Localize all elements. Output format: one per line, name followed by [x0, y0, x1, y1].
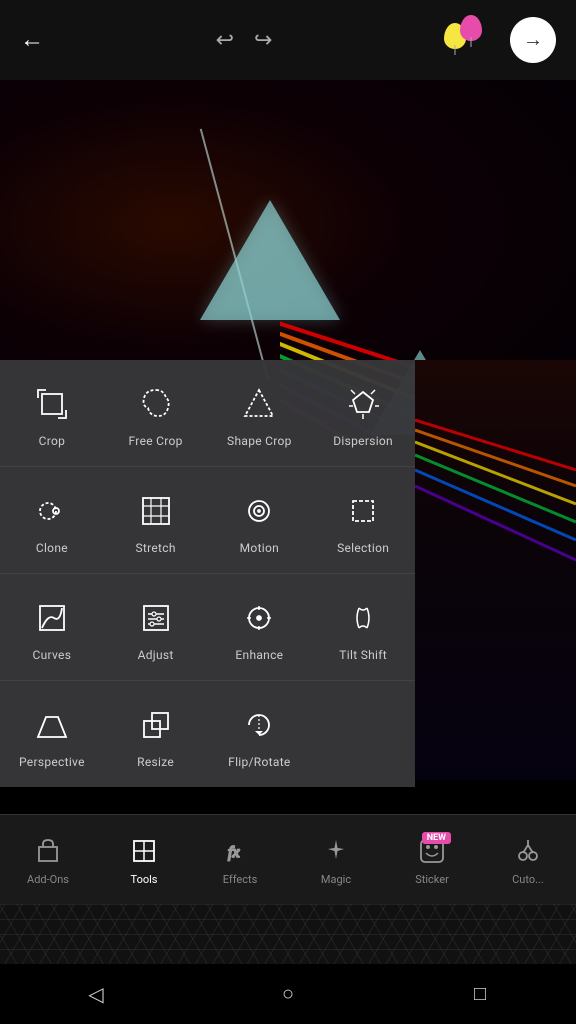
- tool-curves[interactable]: Curves: [0, 582, 104, 672]
- tools-nav-icon: [127, 834, 161, 868]
- undo-icon: ↩: [216, 27, 234, 53]
- sys-home-icon: ○: [282, 983, 294, 1006]
- enhance-icon: [237, 596, 281, 640]
- motion-icon: [237, 489, 281, 533]
- tools-row-3: Curves Adjust: [0, 574, 415, 680]
- tool-crop-label: Crop: [39, 434, 66, 448]
- flip-rotate-icon: [237, 703, 281, 747]
- fx-icon: fx: [223, 834, 257, 868]
- perspective-icon: [30, 703, 74, 747]
- redo-icon: ↪: [254, 27, 272, 53]
- nav-cutout-label: Cuto...: [512, 873, 544, 886]
- nav-cutout[interactable]: Cuto...: [480, 834, 576, 886]
- resize-icon: [134, 703, 178, 747]
- hex-pattern-bg: [0, 904, 576, 964]
- tool-resize[interactable]: Resize: [104, 689, 208, 779]
- tool-enhance[interactable]: Enhance: [208, 582, 312, 672]
- sys-home-button[interactable]: ○: [263, 969, 313, 1019]
- top-bar: ← ↩ ↪ →: [0, 0, 576, 80]
- nav-add-ons-label: Add-Ons: [27, 873, 69, 886]
- next-button[interactable]: →: [510, 17, 556, 63]
- tool-flip-rotate[interactable]: Flip/Rotate: [208, 689, 312, 779]
- svg-text:fx: fx: [228, 844, 240, 861]
- tool-curves-label: Curves: [33, 648, 72, 662]
- free-crop-icon: [134, 382, 178, 426]
- back-button[interactable]: ←: [20, 26, 44, 54]
- crop-icon: [30, 382, 74, 426]
- tool-clone-label: Clone: [36, 541, 68, 555]
- system-navigation-bar: ◁ ○ □: [0, 964, 576, 1024]
- tool-shape-crop[interactable]: Shape Crop: [208, 368, 312, 458]
- tool-adjust[interactable]: Adjust: [104, 582, 208, 672]
- back-arrow-icon: ←: [20, 26, 44, 54]
- tool-tilt-shift-label: Tilt Shift: [339, 648, 387, 662]
- image-right-continuation: [415, 360, 576, 780]
- bottom-navigation: Add-Ons Tools fx Effects Magic: [0, 814, 576, 904]
- adjust-icon: [134, 596, 178, 640]
- pattern-area: [0, 904, 576, 964]
- tool-tilt-shift[interactable]: Tilt Shift: [311, 582, 415, 672]
- tool-dispersion[interactable]: Dispersion: [311, 368, 415, 458]
- selection-icon: [341, 489, 385, 533]
- tool-empty: [311, 689, 415, 779]
- shape-crop-icon: [237, 382, 281, 426]
- dispersion-icon: [341, 382, 385, 426]
- sparkle-icon: [319, 834, 353, 868]
- stretch-icon: [134, 489, 178, 533]
- sys-recent-button[interactable]: □: [455, 969, 505, 1019]
- tools-panel: Crop Free Crop Shape Crop: [0, 360, 415, 787]
- new-badge: NEW: [422, 832, 451, 844]
- nav-tools[interactable]: Tools: [96, 834, 192, 886]
- balloons-decoration: [444, 15, 494, 65]
- tool-motion-label: Motion: [240, 541, 279, 555]
- scissors-icon: [511, 834, 545, 868]
- tools-row-2: Clone Stretch Mo: [0, 467, 415, 573]
- tool-motion[interactable]: Motion: [208, 475, 312, 565]
- redo-button[interactable]: ↪: [254, 27, 272, 53]
- balloon-pink-icon: [460, 15, 482, 41]
- prism-triangle: [200, 200, 340, 320]
- tool-crop[interactable]: Crop: [0, 368, 104, 458]
- sticker-icon-wrap: NEW: [415, 834, 449, 868]
- tool-stretch-label: Stretch: [135, 541, 175, 555]
- clone-icon: [30, 489, 74, 533]
- tool-dispersion-label: Dispersion: [333, 434, 393, 448]
- tool-free-crop[interactable]: Free Crop: [104, 368, 208, 458]
- nav-magic[interactable]: Magic: [288, 834, 384, 886]
- nav-effects[interactable]: fx Effects: [192, 834, 288, 886]
- tool-selection-label: Selection: [337, 541, 389, 555]
- tools-row-4: Perspective Resize Flip/Rotate: [0, 681, 415, 787]
- tool-flip-rotate-label: Flip/Rotate: [228, 755, 290, 769]
- nav-sticker-label: Sticker: [415, 873, 449, 886]
- sys-back-button[interactable]: ◁: [71, 969, 121, 1019]
- sys-back-icon: ◁: [88, 982, 103, 1007]
- undo-button[interactable]: ↩: [216, 27, 234, 53]
- sys-recent-icon: □: [474, 983, 486, 1006]
- tilt-shift-icon: [341, 596, 385, 640]
- tool-stretch[interactable]: Stretch: [104, 475, 208, 565]
- nav-add-ons[interactable]: Add-Ons: [0, 834, 96, 886]
- nav-effects-label: Effects: [223, 873, 258, 886]
- nav-magic-label: Magic: [321, 873, 351, 886]
- next-arrow-icon: →: [523, 29, 543, 52]
- tool-selection[interactable]: Selection: [311, 475, 415, 565]
- tool-free-crop-label: Free Crop: [129, 434, 183, 448]
- tool-perspective-label: Perspective: [19, 755, 85, 769]
- bag-icon: [31, 834, 65, 868]
- curves-icon: [30, 596, 74, 640]
- tool-perspective[interactable]: Perspective: [0, 689, 104, 779]
- tools-row-1: Crop Free Crop Shape Crop: [0, 360, 415, 466]
- tool-clone[interactable]: Clone: [0, 475, 104, 565]
- tool-shape-crop-label: Shape Crop: [227, 434, 292, 448]
- nav-sticker[interactable]: NEW Sticker: [384, 834, 480, 886]
- tool-resize-label: Resize: [137, 755, 174, 769]
- tool-enhance-label: Enhance: [235, 648, 283, 662]
- tool-adjust-label: Adjust: [138, 648, 174, 662]
- nav-tools-label: Tools: [131, 873, 158, 886]
